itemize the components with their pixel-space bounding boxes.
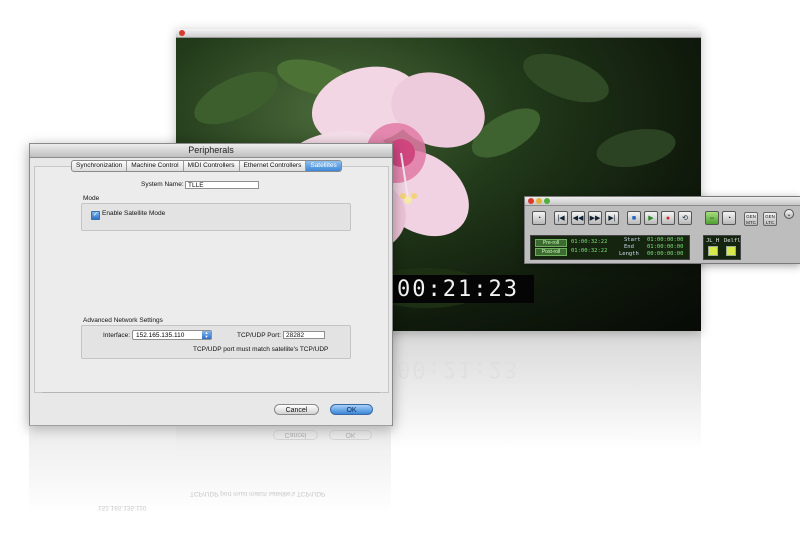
prime-icon[interactable]: ⇔ — [705, 211, 719, 225]
counter-display: Pre-roll Post-roll 01:00:32:22 01:00:32:… — [530, 235, 690, 260]
tab-midi-controllers[interactable]: MIDI Controllers — [184, 161, 240, 171]
enable-satellite-label[interactable]: Enable Satellite Mode — [102, 210, 165, 217]
divider — [42, 392, 380, 393]
minimize-icon[interactable] — [536, 198, 542, 204]
satellites-pane: System Name: TLLE Mode Advanced Network … — [34, 166, 389, 393]
gen-mtc-button[interactable]: GEN MTC — [744, 212, 758, 226]
ok-button-reflection: OK — [329, 430, 372, 440]
ok-button[interactable]: OK — [330, 404, 373, 415]
record-icon[interactable]: ● — [661, 211, 675, 225]
interface-value: 152.165.135.110 — [136, 332, 185, 339]
start-value: 01:00:00:00 — [647, 237, 684, 243]
loop-icon[interactable]: ⟲ — [678, 211, 692, 225]
length-label: Length — [619, 251, 639, 257]
transport-window: ◔ |◀ ◀◀ ▶▶ ▶| ■ ▶ ● ⟲ ⇔ ◔ GEN MTC GEN LT… — [524, 196, 800, 264]
chevron-updown-icon: ▲ ▼ — [202, 331, 211, 339]
advanced-network-label: Advanced Network Settings — [83, 317, 163, 324]
rewind-icon[interactable]: ◀◀ — [571, 211, 585, 225]
end-label: End — [624, 244, 634, 250]
stop-icon[interactable]: ■ — [627, 211, 641, 225]
port-note: TCP/UDP port must match satellite's TCP/… — [193, 346, 329, 353]
timecode-reflection: 00:21:23 — [397, 356, 519, 381]
tab-machine-control[interactable]: Machine Control — [127, 161, 184, 171]
postroll-value: 01:00:32:22 — [571, 248, 608, 254]
burned-in-timecode: 00:21:23 — [397, 277, 519, 302]
sync-indicator-2[interactable] — [726, 246, 736, 256]
chevron-down-icon[interactable]: ⌄ — [784, 209, 794, 219]
end-value: 01:00:00:00 — [647, 244, 684, 250]
cancel-button[interactable]: Cancel — [274, 404, 319, 415]
tab-synchronization[interactable]: Synchronization — [72, 161, 128, 171]
transport-titlebar[interactable] — [525, 197, 800, 206]
fast-forward-icon[interactable]: ▶▶ — [588, 211, 602, 225]
tab-ethernet-controllers[interactable]: Ethernet Controllers — [240, 161, 307, 171]
sync-icon[interactable]: ◔ — [722, 211, 736, 225]
return-to-zero-icon[interactable]: |◀ — [554, 211, 568, 225]
sync-label-1: JL_H — [706, 238, 720, 244]
mode-label: Mode — [83, 195, 100, 202]
port-note-reflection: TCP/UDP port must match satellite's TCP/… — [190, 490, 326, 497]
system-name-label: System Name: — [141, 181, 184, 188]
peripherals-dialog: Peripherals System Name: TLLE Mode Advan… — [29, 143, 393, 426]
preroll-value: 01:00:32:22 — [571, 239, 608, 245]
port-label: TCP/UDP Port: — [237, 332, 281, 339]
play-icon[interactable]: ▶ — [644, 211, 658, 225]
sync-panel: JL_H Delfl — [703, 235, 741, 260]
interface-label: Interface: — [103, 332, 131, 339]
online-icon[interactable]: ◔ — [532, 211, 546, 225]
system-name-field[interactable]: TLLE — [185, 181, 259, 189]
video-window-titlebar[interactable] — [176, 29, 701, 38]
sync-label-2: Delfl — [724, 238, 741, 244]
preroll-badge[interactable]: Pre-roll — [535, 239, 567, 247]
interface-reflection: 152.165.135.110 — [98, 504, 147, 511]
tab-satellites[interactable]: Satellites — [306, 161, 341, 171]
mode-group — [81, 203, 351, 231]
gen-ltc-button[interactable]: GEN LTC — [763, 212, 777, 226]
close-icon[interactable] — [179, 30, 185, 36]
enable-satellite-checkbox[interactable]: ✓ — [91, 211, 100, 220]
sync-indicator-1[interactable] — [708, 246, 718, 256]
postroll-badge[interactable]: Post-roll — [535, 248, 567, 256]
zoom-icon[interactable] — [544, 198, 550, 204]
port-field[interactable]: 28282 — [283, 331, 325, 339]
go-to-end-icon[interactable]: ▶| — [605, 211, 619, 225]
start-label: Start — [624, 237, 641, 243]
tab-bar: Synchronization Machine Control MIDI Con… — [71, 160, 342, 172]
cancel-button-reflection: Cancel — [273, 430, 318, 440]
interface-popup[interactable]: 152.165.135.110 ▲ ▼ — [132, 330, 212, 340]
length-value: 00:00:00:00 — [647, 251, 684, 257]
close-icon[interactable] — [528, 198, 534, 204]
dialog-title: Peripherals — [30, 144, 392, 158]
